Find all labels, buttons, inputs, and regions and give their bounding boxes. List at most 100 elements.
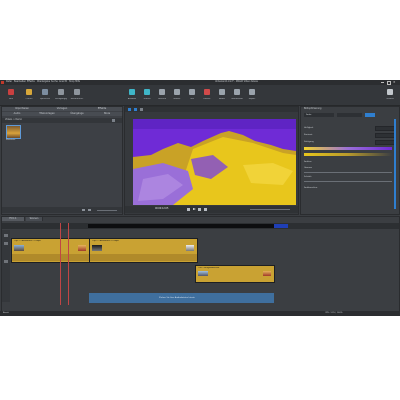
redo-button[interactable]: Wiederherst. [70, 88, 84, 103]
rewind-icon[interactable] [187, 208, 190, 211]
open-button[interactable]: Öffnen [22, 88, 36, 103]
effects-panel-title: Bildoptimierung [304, 107, 322, 110]
video-preview-frame[interactable] [133, 119, 296, 205]
play-icon[interactable] [193, 208, 196, 210]
menu-item-help[interactable]: Hilfe [75, 80, 80, 83]
transition-button[interactable]: Überblende [230, 88, 244, 103]
audio-button[interactable]: Audio [215, 88, 229, 103]
fullscreen-button-label: Vollbild [386, 98, 394, 100]
saturation-field[interactable] [375, 140, 395, 145]
contrast-field[interactable] [375, 133, 395, 138]
new-button[interactable]: Neu [4, 88, 18, 103]
menu-item-file[interactable]: Datei [6, 80, 12, 83]
tab-effects[interactable]: Effekte [82, 107, 123, 111]
effects-button[interactable]: Effekte [200, 88, 214, 103]
brightness-field[interactable] [375, 126, 395, 131]
undo-icon [58, 89, 64, 95]
param-label-sharpness: Schärfe [304, 176, 312, 178]
menu-item-edit[interactable]: Bearbeiten [14, 80, 26, 83]
timeline-clip-3[interactable]: Titel - Berglandschaft [195, 265, 275, 283]
window-controls: ✕ [380, 81, 398, 85]
hue-gradient-bar[interactable] [304, 147, 392, 150]
media-thumbnail[interactable] [6, 125, 21, 139]
clip-2-label: Clip 2 - Aufnahme (2).mp4 [92, 240, 119, 242]
clip-1-thumbnail [14, 245, 24, 251]
media-pool-panel: Importieren Vorlagen Effekte Audio Titel… [1, 106, 123, 215]
audio-drop-zone[interactable]: Ziehen Sie hier Audiodateien hinein [89, 293, 274, 303]
effects-dropdown[interactable]: Farbe [304, 113, 334, 117]
list-view-icon[interactable] [82, 209, 85, 211]
save-icon [42, 89, 48, 95]
zoom-slider[interactable] [97, 210, 117, 211]
timeline-panel: Film 1 Szenen Clip 1 - Aufnahme (1).mp4 … [1, 216, 400, 312]
tab-store[interactable]: Store [92, 112, 123, 116]
gamma-slider[interactable] [304, 172, 392, 173]
marker-icon [174, 89, 180, 95]
cut-tool-button[interactable]: Schnitt [140, 88, 154, 103]
effects-dropdown-2[interactable] [337, 113, 362, 117]
menu-item-shop[interactable]: Shop [69, 80, 75, 83]
marker-button-label: Marker [173, 98, 181, 100]
menu-item-playback[interactable]: Wiedergabe [37, 80, 50, 83]
preview-zoom-slider[interactable] [250, 209, 290, 210]
transition-button-label: Überblende [231, 98, 243, 100]
color-gradient-bar[interactable] [304, 153, 392, 156]
monitor-icon[interactable] [128, 108, 131, 111]
param-label-saturation: Sättigung [304, 141, 314, 143]
preview-panel: 00:00:12:05 [124, 106, 299, 215]
sharpness-slider[interactable] [304, 181, 392, 182]
split-view-icon[interactable] [134, 108, 137, 111]
preview-toolbar [125, 107, 298, 112]
param-label-gamma: Gamma [304, 167, 312, 169]
delete-button[interactable]: Löschen [155, 88, 169, 103]
fullscreen-button[interactable]: Vollbild [383, 88, 397, 103]
marker-button[interactable]: Marker [170, 88, 184, 103]
track-1-icon[interactable] [4, 234, 8, 237]
tab-import[interactable]: Importieren [2, 107, 43, 111]
clip-3-thumbnail-end [263, 271, 271, 276]
main-toolbar: Neu Öffnen Speichern Rückgängig Wiederhe… [0, 85, 400, 106]
timeline-clip-2[interactable]: Clip 2 - Aufnahme (2).mp4 [89, 238, 198, 263]
up-folder-icon[interactable] [112, 119, 115, 122]
forward-icon[interactable] [204, 208, 207, 211]
redo-button-label: Wiederherst. [70, 98, 84, 100]
effects-scrollbar[interactable] [394, 119, 396, 209]
tab-scenes[interactable]: Szenen [26, 217, 43, 221]
menu-item-effects[interactable]: Effekte [27, 80, 35, 83]
folder-path[interactable]: Videos > Demo [5, 118, 22, 121]
save-button[interactable]: Speichern [38, 88, 52, 103]
undo-button[interactable]: Rückgängig [54, 88, 68, 103]
cut-tool-label: Schnitt [143, 98, 151, 100]
color-correction-section: Farbkorrektur [304, 187, 318, 189]
param-label-hue: Farbton [304, 161, 312, 163]
tab-title-templates[interactable]: Titelvorlagen [32, 112, 63, 116]
minimize-icon[interactable] [381, 82, 384, 83]
window-title: Unbenannt.mxd* - MAGIX Video deluxe [215, 80, 258, 83]
status-left: Bereit [3, 312, 9, 314]
close-icon[interactable]: ✕ [393, 81, 396, 84]
tab-templates[interactable]: Vorlagen [42, 107, 83, 111]
settings-icon[interactable] [140, 108, 143, 111]
marker-line-2[interactable] [68, 223, 69, 305]
tab-movie[interactable]: Film 1 [2, 217, 25, 221]
menu-item-search[interactable]: Suche [51, 80, 58, 83]
track-3-icon[interactable] [4, 260, 8, 263]
title-button-label: Titel [189, 98, 195, 100]
select-tool-button[interactable]: Auswahl [125, 88, 139, 103]
stop-icon[interactable] [198, 208, 201, 211]
tab-audio[interactable]: Audio [2, 112, 33, 116]
export-button[interactable]: Export [245, 88, 259, 103]
effect-toggle-button[interactable] [365, 113, 375, 117]
marker-line-1[interactable] [60, 223, 61, 305]
status-bar: Bereit CPU: 12% | 100% [0, 311, 400, 316]
timecode-display: 00:00:12:05 [155, 207, 169, 210]
menu-item-view[interactable]: Ansicht [59, 80, 67, 83]
trash-icon [159, 89, 165, 95]
tab-transitions[interactable]: Übergänge [62, 112, 93, 116]
timeline-ruler[interactable] [2, 223, 399, 229]
title-button[interactable]: Titel [185, 88, 199, 103]
grid-view-icon[interactable] [88, 209, 91, 211]
clip-3-label: Titel - Berglandschaft [198, 267, 220, 269]
track-2-icon[interactable] [4, 242, 8, 245]
timeline-clip-1[interactable]: Clip 1 - Aufnahme (1).mp4 [11, 238, 90, 263]
